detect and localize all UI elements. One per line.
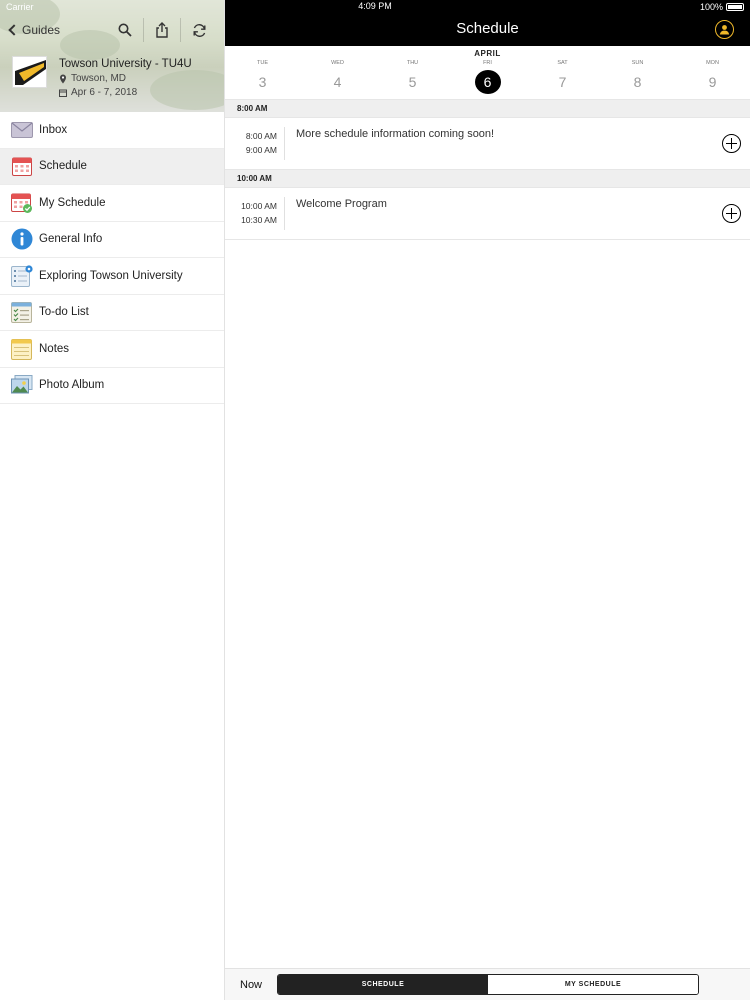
my-schedule-icon	[11, 192, 33, 214]
page-title: Schedule	[456, 20, 519, 37]
sidebar-item-general-info[interactable]: General Info	[0, 222, 224, 258]
day-tue[interactable]: TUE 3	[225, 60, 300, 94]
refresh-icon	[193, 23, 205, 37]
day-number: 7	[558, 74, 567, 90]
weekday-label: MON	[706, 60, 719, 66]
sidebar-item-label: Notes	[39, 342, 70, 355]
sidebar-item-label: Inbox	[39, 123, 68, 136]
day-number: 5	[408, 74, 417, 90]
event-start-time: 10:00 AM	[241, 201, 277, 211]
chevron-left-icon	[8, 24, 20, 36]
user-icon	[719, 25, 730, 35]
photo-icon	[11, 374, 33, 396]
segment-schedule[interactable]: SCHEDULE	[278, 975, 488, 994]
month-label: APRIL	[474, 49, 501, 58]
day-mon[interactable]: MON 9	[675, 60, 750, 94]
battery-icon	[726, 3, 744, 11]
list-icon	[11, 265, 33, 287]
sidebar-item-notes[interactable]: Notes	[0, 331, 224, 368]
search-icon	[118, 23, 132, 37]
event-times: 8:00 AM 9:00 AM	[231, 129, 277, 157]
notes-icon	[11, 338, 33, 360]
schedule-event[interactable]: 8:00 AM 9:00 AM More schedule informatio…	[225, 118, 750, 170]
event-location: Towson, MD	[59, 73, 224, 84]
weekday-label: THU	[406, 60, 419, 66]
event-title: Towson University - TU4U	[59, 58, 192, 70]
main-panel: Schedule APRIL TUE 3 WED 4 THU 5 FRI 6 S…	[225, 0, 750, 1000]
sidebar-item-my-schedule[interactable]: My Schedule	[0, 185, 224, 222]
day-wed[interactable]: WED 4	[300, 60, 375, 94]
sidebar-item-label: To-do List	[39, 306, 89, 319]
day-number: 9	[708, 74, 717, 90]
add-to-schedule-button[interactable]	[722, 134, 741, 153]
event-title: Welcome Program	[296, 198, 387, 210]
weekday-label: TUE	[257, 60, 268, 66]
date-strip: APRIL TUE 3 WED 4 THU 5 FRI 6 SAT 7 SUN …	[225, 46, 750, 100]
schedule-segmented-control: SCHEDULE MY SCHEDULE	[277, 974, 699, 995]
back-button[interactable]: Guides	[8, 23, 61, 37]
calendar-small-icon	[59, 89, 67, 97]
weekday-label: SUN	[631, 60, 644, 66]
sidebar: Guides Towson University - TU4U Towson, …	[0, 0, 225, 1000]
status-bar: Carrier 4:09 PM 100%	[0, 0, 750, 14]
sidebar-item-schedule[interactable]: Schedule	[0, 148, 224, 185]
sidebar-item-label: Schedule	[39, 160, 87, 173]
sidebar-item-exploring-towson[interactable]: Exploring Towson University	[0, 258, 224, 295]
schedule-event[interactable]: 10:00 AM 10:30 AM Welcome Program	[225, 188, 750, 240]
profile-button[interactable]	[715, 20, 734, 39]
sidebar-item-inbox[interactable]: Inbox	[0, 112, 224, 149]
segment-my-schedule[interactable]: MY SCHEDULE	[488, 975, 698, 994]
day-sat[interactable]: SAT 7	[525, 60, 600, 94]
inbox-icon	[11, 119, 33, 141]
event-end-time: 10:30 AM	[241, 215, 277, 225]
time-section-header: 10:00 AM	[225, 170, 750, 188]
sidebar-item-label: My Schedule	[39, 196, 106, 209]
event-times: 10:00 AM 10:30 AM	[231, 199, 277, 227]
battery-indicator: 100%	[700, 2, 744, 12]
divider	[284, 197, 285, 230]
day-fri-selected[interactable]: FRI 6	[450, 60, 525, 94]
add-to-schedule-button[interactable]	[722, 204, 741, 223]
search-button[interactable]	[106, 18, 143, 42]
clock: 4:09 PM	[358, 1, 392, 11]
share-button[interactable]	[143, 18, 180, 42]
day-number: 3	[258, 74, 267, 90]
event-banner: Guides Towson University - TU4U Towson, …	[0, 0, 224, 112]
now-button[interactable]: Now	[240, 979, 262, 991]
day-number: 8	[633, 74, 642, 90]
sidebar-item-label: Photo Album	[39, 379, 105, 392]
event-dates: Apr 6 - 7, 2018	[59, 87, 224, 98]
event-logo	[12, 56, 47, 88]
checklist-icon	[11, 301, 33, 324]
day-thu[interactable]: THU 5	[375, 60, 450, 94]
back-label: Guides	[22, 23, 61, 37]
day-number: 6	[474, 70, 501, 94]
calendar-icon	[11, 155, 33, 177]
weekday-label: WED	[331, 60, 344, 66]
sidebar-nav: Inbox Schedule My Schedule General Info …	[0, 112, 224, 404]
weekday-label: SAT	[557, 60, 568, 66]
share-icon	[156, 22, 168, 38]
sidebar-toolbar: Guides	[0, 18, 224, 42]
time-section-header: 8:00 AM	[225, 100, 750, 118]
sidebar-item-label: Exploring Towson University	[39, 269, 183, 282]
sidebar-item-to-do-list[interactable]: To-do List	[0, 295, 224, 331]
info-icon	[11, 228, 33, 250]
day-sun[interactable]: SUN 8	[600, 60, 675, 94]
schedule-list: 8:00 AM 8:00 AM 9:00 AM More schedule in…	[225, 100, 750, 240]
location-pin-icon	[60, 74, 66, 83]
bottom-toolbar: Now SCHEDULE MY SCHEDULE	[225, 968, 750, 1000]
battery-percent: 100%	[699, 2, 723, 12]
weekday-label: FRI	[483, 60, 492, 66]
event-end-time: 9:00 AM	[245, 145, 277, 155]
sidebar-item-photo-album[interactable]: Photo Album	[0, 368, 224, 404]
sidebar-item-label: General Info	[39, 233, 103, 246]
divider	[284, 127, 285, 160]
event-title: More schedule information coming soon!	[296, 128, 495, 140]
day-number: 4	[333, 74, 342, 90]
event-start-time: 8:00 AM	[245, 131, 277, 141]
refresh-button[interactable]	[180, 18, 217, 42]
